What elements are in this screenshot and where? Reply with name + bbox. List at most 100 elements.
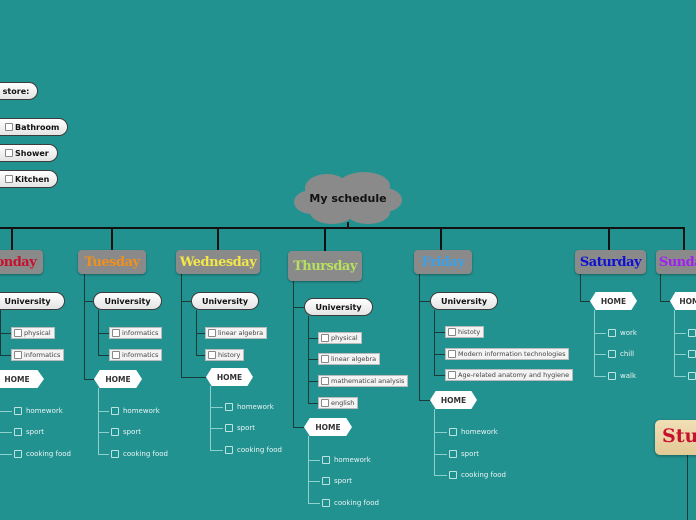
university-node-friday[interactable]: University xyxy=(430,292,498,310)
checkbox-icon[interactable] xyxy=(449,450,457,458)
checkbox-icon[interactable] xyxy=(688,329,696,337)
checkbox-icon[interactable] xyxy=(14,407,22,415)
home-item[interactable]: cooking food xyxy=(14,449,71,459)
university-item[interactable]: Age-related anatomy and hygiene xyxy=(445,369,574,381)
checkbox-icon[interactable] xyxy=(14,428,22,436)
home-item[interactable]: homework xyxy=(449,427,498,437)
checkbox-icon[interactable] xyxy=(688,350,696,358)
home-node-friday[interactable]: HOME xyxy=(430,391,477,409)
day-topic-sunday[interactable]: Sunday xyxy=(656,250,696,274)
university-item[interactable]: informatics xyxy=(11,349,65,361)
checkbox-icon[interactable] xyxy=(14,351,22,359)
university-item[interactable]: Modern information technologies xyxy=(445,348,570,360)
item-stub xyxy=(308,503,320,504)
checkbox-icon[interactable] xyxy=(111,450,119,458)
checkbox-icon[interactable] xyxy=(608,329,616,337)
checkbox-icon[interactable] xyxy=(608,350,616,358)
university-node-monday[interactable]: University xyxy=(0,292,65,310)
home-node-tuesday[interactable]: HOME xyxy=(94,370,142,388)
checkbox-icon[interactable] xyxy=(448,350,456,358)
item-stub xyxy=(308,460,320,461)
university-node-wednesday[interactable]: University xyxy=(191,292,259,310)
checkbox-icon[interactable] xyxy=(208,329,216,337)
checkbox-icon[interactable] xyxy=(321,377,329,385)
home-item[interactable] xyxy=(688,371,696,381)
home-item[interactable]: walk xyxy=(608,371,636,381)
home-node-monday[interactable]: HOME xyxy=(0,370,44,388)
home-item[interactable] xyxy=(688,328,696,338)
home-item[interactable]: chill xyxy=(608,349,634,359)
university-item[interactable]: mathematical analysis xyxy=(318,375,409,387)
university-item[interactable]: linear algebra xyxy=(205,327,268,339)
checkbox-icon[interactable] xyxy=(321,334,329,342)
home-item[interactable]: work xyxy=(608,328,637,338)
checkbox-icon[interactable] xyxy=(448,371,456,379)
checkbox-icon[interactable] xyxy=(5,123,13,131)
checkbox-icon[interactable] xyxy=(112,329,120,337)
day-topic-thursday[interactable]: Thursday xyxy=(288,251,362,281)
checkbox-icon[interactable] xyxy=(321,399,329,407)
restore-item-kitchen[interactable]: Kitchen xyxy=(0,170,58,188)
checkbox-icon[interactable] xyxy=(449,471,457,479)
checkbox-icon[interactable] xyxy=(322,499,330,507)
day-topic-monday[interactable]: Monday xyxy=(0,250,43,274)
university-item[interactable]: physical xyxy=(11,327,55,339)
checkbox-icon[interactable] xyxy=(688,372,696,380)
home-item[interactable]: homework xyxy=(111,406,160,416)
checkbox-icon[interactable] xyxy=(449,428,457,436)
checkbox-icon[interactable] xyxy=(322,456,330,464)
restore-header[interactable]: store: xyxy=(0,82,38,100)
university-node-thursday[interactable]: University xyxy=(304,298,373,316)
home-item[interactable]: sport xyxy=(322,476,352,486)
item-label: cooking food xyxy=(237,446,282,454)
studying-topic[interactable]: Studying xyxy=(655,420,696,455)
home-item[interactable]: sport xyxy=(111,427,141,437)
item-label: Modern information technologies xyxy=(458,350,566,358)
checkbox-icon[interactable] xyxy=(111,428,119,436)
home-item[interactable]: sport xyxy=(449,449,479,459)
checkbox-icon[interactable] xyxy=(322,477,330,485)
university-item[interactable]: informatics xyxy=(109,349,163,361)
checkbox-icon[interactable] xyxy=(14,329,22,337)
university-item[interactable]: linear algebra xyxy=(318,353,381,365)
university-item[interactable]: english xyxy=(318,397,359,409)
day-topic-wednesday[interactable]: Wednesday xyxy=(176,250,260,274)
home-item[interactable]: cooking food xyxy=(225,445,282,455)
checkbox-icon[interactable] xyxy=(111,407,119,415)
restore-item-shower[interactable]: Shower xyxy=(0,144,58,162)
day-topic-tuesday[interactable]: Tuesday xyxy=(78,250,146,274)
home-item[interactable]: sport xyxy=(14,427,44,437)
home-node-thursday[interactable]: HOME xyxy=(304,418,352,436)
home-node-sunday[interactable]: HOME xyxy=(670,292,696,310)
checkbox-icon[interactable] xyxy=(14,450,22,458)
checkbox-icon[interactable] xyxy=(608,372,616,380)
university-item[interactable]: histoty xyxy=(445,326,485,338)
home-item[interactable]: homework xyxy=(14,406,63,416)
home-item[interactable]: homework xyxy=(322,455,371,465)
checkbox-icon[interactable] xyxy=(225,424,233,432)
checkbox-icon[interactable] xyxy=(5,175,13,183)
checkbox-icon[interactable] xyxy=(448,328,456,336)
checkbox-icon[interactable] xyxy=(112,351,120,359)
home-item[interactable]: homework xyxy=(225,402,274,412)
home-item[interactable]: cooking food xyxy=(449,470,506,480)
checkbox-icon[interactable] xyxy=(225,403,233,411)
checkbox-icon[interactable] xyxy=(225,446,233,454)
day-topic-saturday[interactable]: Saturday xyxy=(575,250,646,274)
checkbox-icon[interactable] xyxy=(321,355,329,363)
restore-item-bathroom[interactable]: Bathroom xyxy=(0,118,68,136)
university-item[interactable]: history xyxy=(205,349,245,361)
home-node-saturday[interactable]: HOME xyxy=(590,292,637,310)
day-topic-friday[interactable]: Friday xyxy=(414,250,472,274)
home-item[interactable]: sport xyxy=(225,423,255,433)
home-item[interactable]: cooking food xyxy=(322,498,379,508)
checkbox-icon[interactable] xyxy=(208,351,216,359)
university-node-tuesday[interactable]: University xyxy=(93,292,162,310)
home-item[interactable] xyxy=(688,349,696,359)
checkbox-icon[interactable] xyxy=(5,149,13,157)
central-topic[interactable]: My schedule xyxy=(292,168,404,228)
home-node-wednesday[interactable]: HOME xyxy=(206,368,253,386)
university-item[interactable]: informatics xyxy=(109,327,163,339)
home-item[interactable]: cooking food xyxy=(111,449,168,459)
university-item[interactable]: physical xyxy=(318,332,362,344)
